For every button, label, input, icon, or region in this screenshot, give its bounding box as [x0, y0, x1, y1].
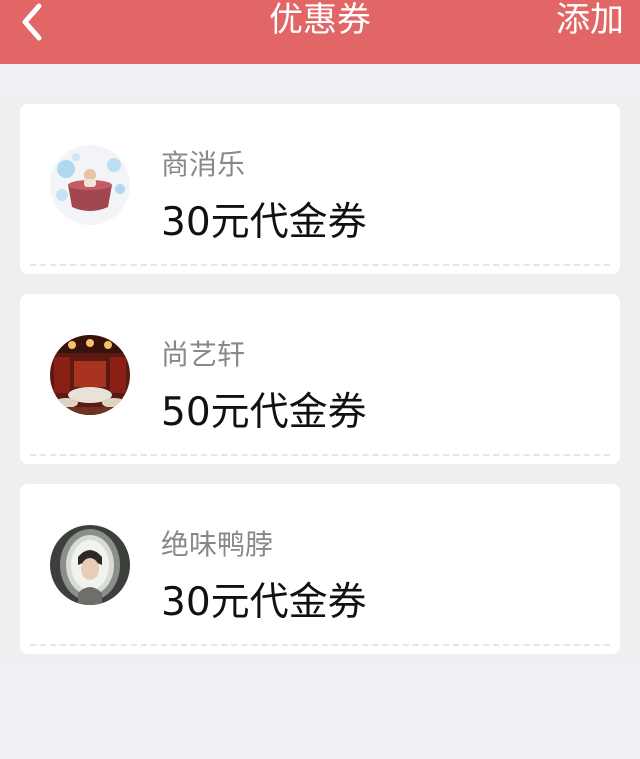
coupon-value: 30元代金券 — [161, 200, 367, 245]
store-name: 尚艺轩 — [161, 338, 246, 371]
chevron-left-icon — [22, 3, 42, 41]
store-avatar — [50, 145, 130, 225]
divider — [30, 264, 610, 266]
coupon-value: 30元代金券 — [161, 580, 367, 625]
coupon-list-area: 商消乐 30元代金券 尚艺轩 50元代金券 绝味鸭脖 30元代金券 — [0, 93, 640, 663]
coupon-list: 商消乐 30元代金券 尚艺轩 50元代金券 绝味鸭脖 30元代金券 — [20, 104, 620, 674]
page-title: 优惠券 — [269, 0, 371, 40]
add-button[interactable]: 添加 — [556, 0, 624, 44]
back-button[interactable] — [10, 0, 54, 44]
store-avatar — [50, 335, 130, 415]
store-photo-image — [50, 335, 130, 415]
coupon-value: 50元代金券 — [161, 390, 367, 435]
divider — [30, 644, 610, 646]
divider — [30, 454, 610, 456]
store-name: 绝味鸭脖 — [161, 528, 274, 561]
store-photo-image — [50, 525, 130, 605]
navigation-bar: 优惠券 添加 — [0, 0, 640, 64]
store-name: 商消乐 — [161, 148, 246, 181]
coupon-card[interactable]: 尚艺轩 50元代金券 — [20, 294, 620, 464]
coupon-card[interactable]: 商消乐 30元代金券 — [20, 104, 620, 274]
store-photo-image — [50, 145, 130, 225]
coupon-card[interactable]: 绝味鸭脖 30元代金券 — [20, 484, 620, 654]
store-avatar — [50, 525, 130, 605]
